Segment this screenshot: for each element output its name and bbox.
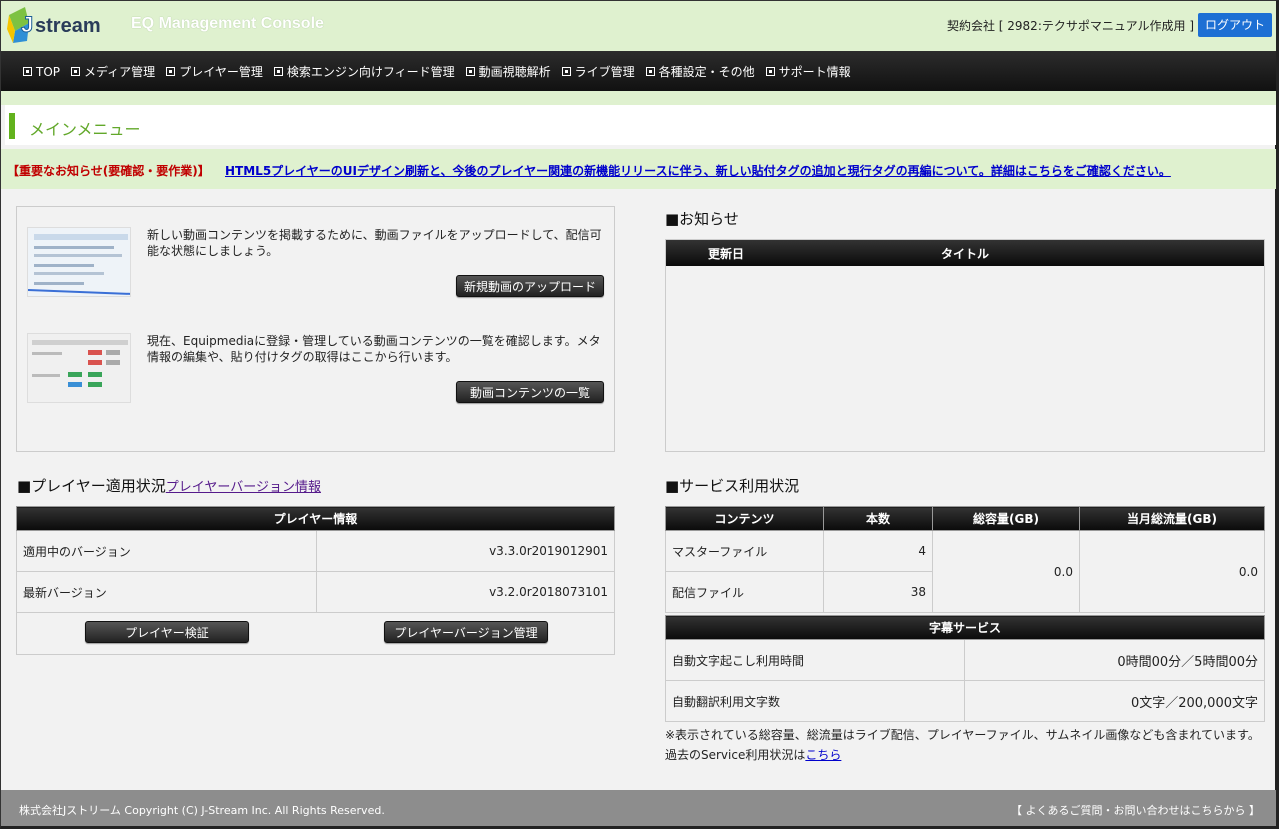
master-file-label: マスターファイル [665,530,824,572]
history-link[interactable]: こちら [805,748,841,762]
col-monthly-traffic: 当月総流量(GB) [1079,506,1265,531]
page-frame: J stream EQ Management Console 契約会社 [ 29… [0,0,1279,829]
nav-item-support[interactable]: サポート情報 [765,63,851,80]
nav-item-settings[interactable]: 各種設定・その他 [645,63,755,80]
checkbox-icon [166,67,176,76]
faq-contact-link[interactable]: 【 よくあるご質問・お問い合わせはこちらから 】 [1011,802,1260,818]
notice-link[interactable]: HTML5プレイヤーのUIデザイン刷新と、今後のプレイヤー関連の新機能リリースに… [225,162,1171,179]
delivery-file-count: 38 [823,571,933,613]
title-accent [9,113,15,139]
logout-button[interactable]: ログアウト [1198,13,1272,37]
transcription-label: 自動文字起こし利用時間 [665,639,965,681]
checkbox-icon [765,67,775,76]
table-row: 最新バージョン v3.2.0r2018073101 [16,571,615,613]
header: J stream EQ Management Console 契約会社 [ 29… [1,1,1276,51]
translation-label: 自動翻訳利用文字数 [665,680,965,722]
player-verify-button[interactable]: プレイヤー検証 [85,621,249,643]
table-row: 適用中のバージョン v3.3.0r2019012901 [16,530,615,572]
upload-thumbnail [27,227,131,297]
latest-version-label: 最新バージョン [16,571,317,613]
usage-note: ※表示されている総容量、総流量はライブ配信、プレイヤーファイル、サムネイル画像な… [665,728,1260,742]
monthly-traffic-value: 0.0 [1079,530,1265,613]
nav-item-analytics[interactable]: 動画視聴解析 [465,63,551,80]
contract-label: 契約会社 [ 2982:テクサポマニュアル作成用 ] [946,19,1194,33]
notice-label: 【重要なお知らせ(要確認・要作業)】 [7,164,210,178]
news-title: ■お知らせ [665,210,739,228]
table-row: プレイヤー検証 プレイヤーバージョン管理 [16,612,615,655]
player-buttons-cell: プレイヤー検証 プレイヤーバージョン管理 [16,612,615,655]
video-list-button[interactable]: 動画コンテンツの一覧 [456,381,604,403]
table-row: マスターファイル 4 0.0 0.0 [665,530,1265,613]
master-file-count: 4 [823,530,933,572]
table-row: 自動文字起こし利用時間 0時間00分／5時間00分 [665,639,1265,681]
copyright: 株式会社Jストリーム Copyright (C) J-Stream Inc. A… [19,804,385,817]
svg-text:J: J [21,12,33,37]
table-row: 自動翻訳利用文字数 0文字／200,000文字 [665,680,1265,722]
header-spacer [1,91,1276,105]
news-col-date: 更新日 [707,246,744,261]
latest-version-value: v3.2.0r2018073101 [316,571,615,613]
usage-footnote: ※表示されている総容量、総流量はライブ配信、プレイヤーファイル、サムネイル画像な… [665,725,1260,765]
svg-text:stream: stream [35,15,101,37]
player-info-header: プレイヤー情報 [16,506,615,531]
list-description: 現在、Equipmediaに登録・管理している動画コンテンツの一覧を確認します。… [147,334,601,364]
upload-description: 新しい動画コンテンツを掲載するために、動画ファイルをアップロードして、配信可能な… [147,228,602,258]
checkbox-icon [561,67,571,76]
history-line: 過去のService利用状況はこちら [665,748,842,762]
applied-version-value: v3.3.0r2019012901 [316,530,615,572]
list-thumbnail [27,333,131,403]
checkbox-icon [273,67,283,76]
col-contents: コンテンツ [665,506,824,531]
checkbox-icon [645,67,655,76]
checkbox-icon [23,67,32,76]
delivery-file-label: 配信ファイル [665,571,824,613]
player-status-title: ■プレイヤー適用状況プレイヤーバージョン情報 [17,477,321,495]
page-title: メインメニュー [29,120,141,139]
player-info-table: プレイヤー情報 適用中のバージョン v3.3.0r2019012901 最新バー… [16,506,615,655]
page-title-bar: メインメニュー [5,105,1276,145]
main-nav: TOP メディア管理 プレイヤー管理 検索エンジン向けフィード管理 動画視聴解析… [1,51,1276,91]
caption-service-header: 字幕サービス [665,615,1265,640]
important-notice: 【重要なお知らせ(要確認・要作業)】 HTML5プレイヤーのUIデザイン刷新と、… [1,149,1276,189]
checkbox-icon [465,67,475,76]
nav-item-media[interactable]: メディア管理 [71,63,155,80]
nav-item-live[interactable]: ライブ管理 [561,63,635,80]
player-version-manage-button[interactable]: プレイヤーバージョン管理 [384,621,548,643]
main-actions-box: 新しい動画コンテンツを掲載するために、動画ファイルをアップロードして、配信可能な… [16,206,615,452]
footer: 株式会社Jストリーム Copyright (C) J-Stream Inc. A… [1,790,1276,826]
checkbox-icon [71,67,81,76]
nav-item-feed[interactable]: 検索エンジン向けフィード管理 [273,63,455,80]
player-version-link[interactable]: プレイヤーバージョン情報 [166,480,321,495]
nav-item-player[interactable]: プレイヤー管理 [166,63,263,80]
total-capacity-value: 0.0 [932,530,1080,613]
news-panel: 更新日 タイトル [665,239,1265,452]
col-count: 本数 [823,506,933,531]
service-usage-title: ■サービス利用状況 [665,477,800,495]
jstream-logo[interactable]: J stream [7,5,107,45]
news-header: 更新日 タイトル [666,240,1264,266]
nav-item-top[interactable]: TOP [23,63,60,80]
upload-video-button[interactable]: 新規動画のアップロード [456,275,604,297]
translation-value: 0文字／200,000文字 [964,680,1265,722]
service-usage-table: コンテンツ 本数 総容量(GB) 当月総流量(GB) マスターファイル 4 0.… [665,506,1265,613]
app-title: EQ Management Console [131,15,324,32]
applied-version-label: 適用中のバージョン [16,530,317,572]
caption-service-table: 字幕サービス 自動文字起こし利用時間 0時間00分／5時間00分 自動翻訳利用文… [665,615,1265,722]
col-total-capacity: 総容量(GB) [932,506,1080,531]
transcription-value: 0時間00分／5時間00分 [964,639,1265,681]
news-col-title: タイトル [940,246,989,261]
